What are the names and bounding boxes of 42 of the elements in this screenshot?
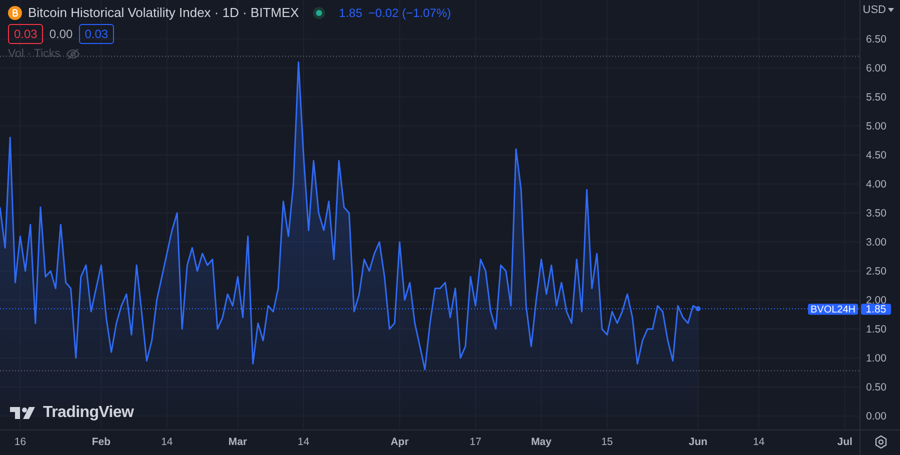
y-axis-label: 0.00 xyxy=(866,410,886,423)
symbol-title: Bitcoin Historical Volatility Index · 1D · BITMEX xyxy=(28,5,299,20)
status-dot-icon xyxy=(312,6,325,18)
y-axis-label: 1.50 xyxy=(866,324,886,336)
y-axis-label: 4.00 xyxy=(866,178,886,190)
x-axis-label: May xyxy=(531,436,552,448)
x-axis-label: Jun xyxy=(688,436,708,448)
y-axis-label: 6.50 xyxy=(866,33,886,46)
price-tag: 1.85 xyxy=(861,304,891,316)
y-axis-label: 2.50 xyxy=(866,266,886,278)
indicator-value: 0.03 xyxy=(78,24,114,44)
x-axis-label: Jul xyxy=(837,436,852,448)
y-axis-label: 6.00 xyxy=(866,62,886,74)
y-axis-label: 5.50 xyxy=(866,91,886,104)
indicator-value: 0.00 xyxy=(49,26,73,43)
caret-icon xyxy=(888,8,894,12)
study-label: Vol · Ticks xyxy=(8,48,60,60)
x-axis-label: Apr xyxy=(390,436,409,448)
last-point-marker xyxy=(696,306,701,312)
y-axis-label: 4.50 xyxy=(866,149,886,162)
settings-icon[interactable] xyxy=(874,435,888,449)
x-axis-label: 14 xyxy=(752,436,765,448)
x-axis-label: 16 xyxy=(14,436,26,448)
y-axis-label: 3.50 xyxy=(866,207,886,220)
coin-icon xyxy=(8,6,22,20)
y-axis-label: 0.50 xyxy=(866,382,886,394)
y-axis-label: 5.00 xyxy=(866,120,886,132)
x-axis-label: 15 xyxy=(601,436,613,448)
x-axis-label: 17 xyxy=(470,436,482,448)
logo-icon xyxy=(10,406,38,420)
currency-dropdown[interactable]: USD xyxy=(862,4,894,16)
series-name-tag: BVOL24H xyxy=(808,304,858,316)
price-change: −0.02 (−1.07%) xyxy=(368,6,452,20)
last-price: 1.85 xyxy=(338,6,362,20)
x-axis-label: 14 xyxy=(298,436,310,448)
x-axis-label: Mar xyxy=(228,436,248,448)
logo-wordmark: TradingView xyxy=(43,404,134,422)
y-axis-label: 3.00 xyxy=(866,236,886,248)
x-axis-label: 14 xyxy=(161,436,173,448)
indicator-value: 0.03 xyxy=(8,24,44,44)
y-axis-label: 1.00 xyxy=(866,352,886,365)
x-axis-label: Feb xyxy=(92,436,110,448)
